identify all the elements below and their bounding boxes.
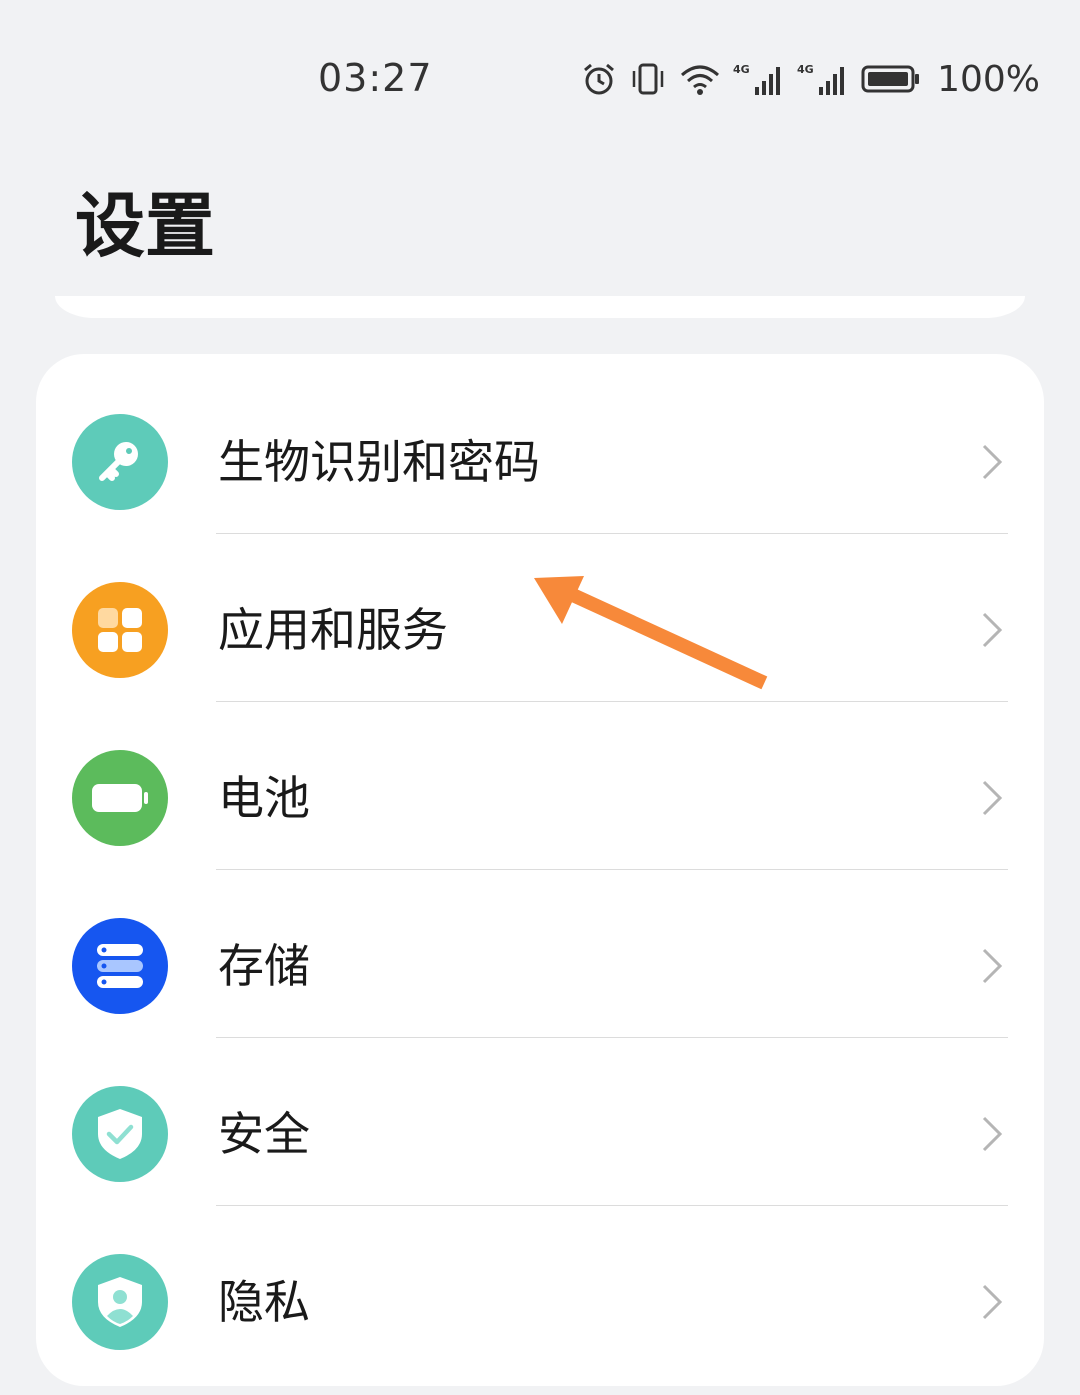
svg-text:4G: 4G (733, 63, 750, 76)
settings-item-label: 生物识别和密码 (218, 435, 540, 489)
status-icons: 4G 4G 100% (581, 54, 1040, 104)
settings-item-label: 安全 (218, 1107, 310, 1161)
previous-card-edge (55, 296, 1025, 318)
shield-check-icon (72, 1086, 168, 1182)
settings-item-apps-services[interactable]: 应用和服务 (36, 534, 1044, 702)
settings-item-label: 隐私 (218, 1275, 310, 1329)
settings-item-privacy[interactable]: 隐私 (36, 1206, 1044, 1374)
settings-item-biometrics-password[interactable]: 生物识别和密码 (36, 366, 1044, 534)
vibrate-icon (629, 61, 667, 97)
chevron-right-icon (982, 1116, 1003, 1152)
key-icon (72, 414, 168, 510)
svg-text:4G: 4G (797, 63, 814, 76)
settings-item-security[interactable]: 安全 (36, 1038, 1044, 1206)
settings-item-label: 存储 (218, 939, 310, 993)
storage-icon (72, 918, 168, 1014)
status-time: 03:27 (318, 56, 433, 100)
chevron-right-icon (982, 780, 1003, 816)
alarm-icon (581, 61, 617, 97)
page-title: 设置 (75, 185, 215, 267)
chevron-right-icon (982, 444, 1003, 480)
chevron-right-icon (982, 612, 1003, 648)
privacy-icon (72, 1254, 168, 1350)
signal-4g-icon: 4G (733, 61, 785, 97)
chevron-right-icon (982, 1284, 1003, 1320)
settings-item-storage[interactable]: 存储 (36, 870, 1044, 1038)
signal-4g-icon: 4G (797, 61, 849, 97)
battery-percent: 100% (937, 58, 1040, 100)
wifi-icon (679, 61, 721, 97)
settings-list: 生物识别和密码 应用和服务 电池 存储 安全 隐私 (36, 354, 1044, 1386)
settings-item-battery[interactable]: 电池 (36, 702, 1044, 870)
apps-grid-icon (72, 582, 168, 678)
settings-item-label: 电池 (218, 771, 310, 825)
battery-icon (72, 750, 168, 846)
status-bar: 03:27 4G 4G 100% (0, 0, 1080, 150)
battery-icon (861, 61, 921, 97)
settings-item-label: 应用和服务 (218, 603, 448, 657)
chevron-right-icon (982, 948, 1003, 984)
